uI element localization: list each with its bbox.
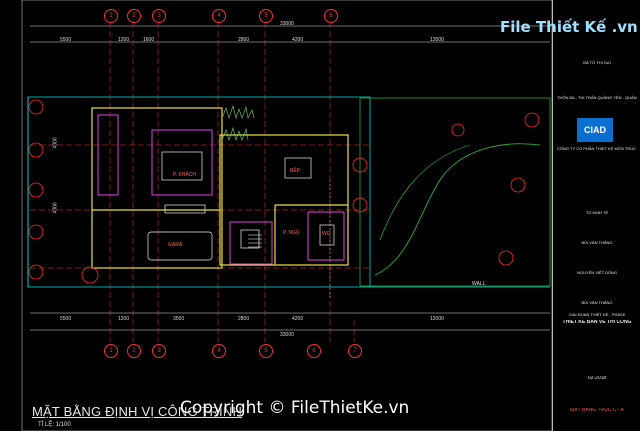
grid-bubble: 1 <box>104 344 118 358</box>
room-label-garage: GARA <box>168 242 183 248</box>
tb-company: CÔNG TY CỔ PHẦN THIẾT KẾ KIẾN TRÚC ĐÔ TH… <box>557 146 637 151</box>
dim-top-1: 5500 <box>60 37 72 43</box>
grid-bubble: 3 <box>152 9 166 23</box>
grid-bubble: 7 <box>348 344 362 358</box>
tb-location: THÔN BA - THỊ TRẤN QUẢNG YÊN - QUẢNG NIN… <box>557 95 637 100</box>
watermark-footer: Copyright © FileThietKe.vn <box>180 398 410 418</box>
grid-bubble: 4 <box>212 344 226 358</box>
side-dim-1: 4300 <box>52 137 59 149</box>
dim-bottom-1: 5500 <box>60 316 72 322</box>
tb-code: 02-2018 <box>587 376 607 381</box>
grid-bubble: 6 <box>324 9 338 23</box>
dim-bottom-4: 2800 <box>238 316 250 322</box>
tb-phase-value: THIẾT KẾ BẢN VẼ THI CÔNG <box>562 320 632 325</box>
floor-plan-drawing <box>21 0 553 431</box>
grid-bubble: 2 <box>127 344 141 358</box>
drawing-scale: TỈ LỆ: 1/100 <box>38 422 71 428</box>
dim-top-total: 33000 <box>280 21 294 27</box>
tb-phase: GIAI ĐOẠN THIẾT KẾ - PHASE <box>568 312 626 317</box>
grid-bubble: 2 <box>127 9 141 23</box>
dim-top-4: 2800 <box>238 37 250 43</box>
dim-bottom-6: 12000 <box>430 316 444 322</box>
dim-bottom-2: 1200 <box>118 316 130 322</box>
side-dim-2: 4300 <box>52 202 59 214</box>
room-label-living: P. KHÁCH <box>173 172 196 178</box>
grid-bubble: 5 <box>259 344 273 358</box>
tb-role-1: TỔ KINH TẾ <box>585 210 609 215</box>
tb-role-2: BÙI VĂN THẮNG <box>581 240 613 245</box>
company-logo: CIAD <box>577 118 613 142</box>
grid-bubble: 1 <box>104 9 118 23</box>
dim-bottom-total: 33000 <box>280 332 294 338</box>
dim-top-3: 1600 <box>143 37 155 43</box>
dim-bottom-5: 4200 <box>292 316 304 322</box>
tb-role-4: BÙI VĂN THẮNG <box>581 300 613 305</box>
cad-drawing-canvas: 123456 1234567 5500 1200 1600 2800 4200 … <box>0 0 640 431</box>
tb-sheet: MẶT BẰNG TRỤC C - A <box>570 408 624 413</box>
dim-bottom-3: 3500 <box>173 316 185 322</box>
dim-top-2: 1200 <box>118 37 130 43</box>
room-label-kitchen: BẾP <box>290 168 301 174</box>
dim-top-6: 13500 <box>430 37 444 43</box>
grid-bubble: 4 <box>212 9 226 23</box>
dim-top-5: 4200 <box>292 37 304 43</box>
grid-bubble: 5 <box>259 9 273 23</box>
watermark-logo: File Thiết Kế .vn <box>500 18 638 36</box>
wall-label: WALL <box>472 281 486 287</box>
grid-bubble: 3 <box>152 344 166 358</box>
room-label-wc: WC <box>322 231 331 237</box>
tb-role-3: NGUYỄN VIỆT DŨNG <box>577 270 617 275</box>
grid-bubble: 6 <box>307 344 321 358</box>
title-block: BÀ TÔ THỊ GAI THÔN BA - THỊ TRẤN QUẢNG Y… <box>552 0 640 431</box>
tb-client: BÀ TÔ THỊ GAI <box>583 60 611 65</box>
room-label-bedroom: P. NGỦ <box>283 230 300 236</box>
